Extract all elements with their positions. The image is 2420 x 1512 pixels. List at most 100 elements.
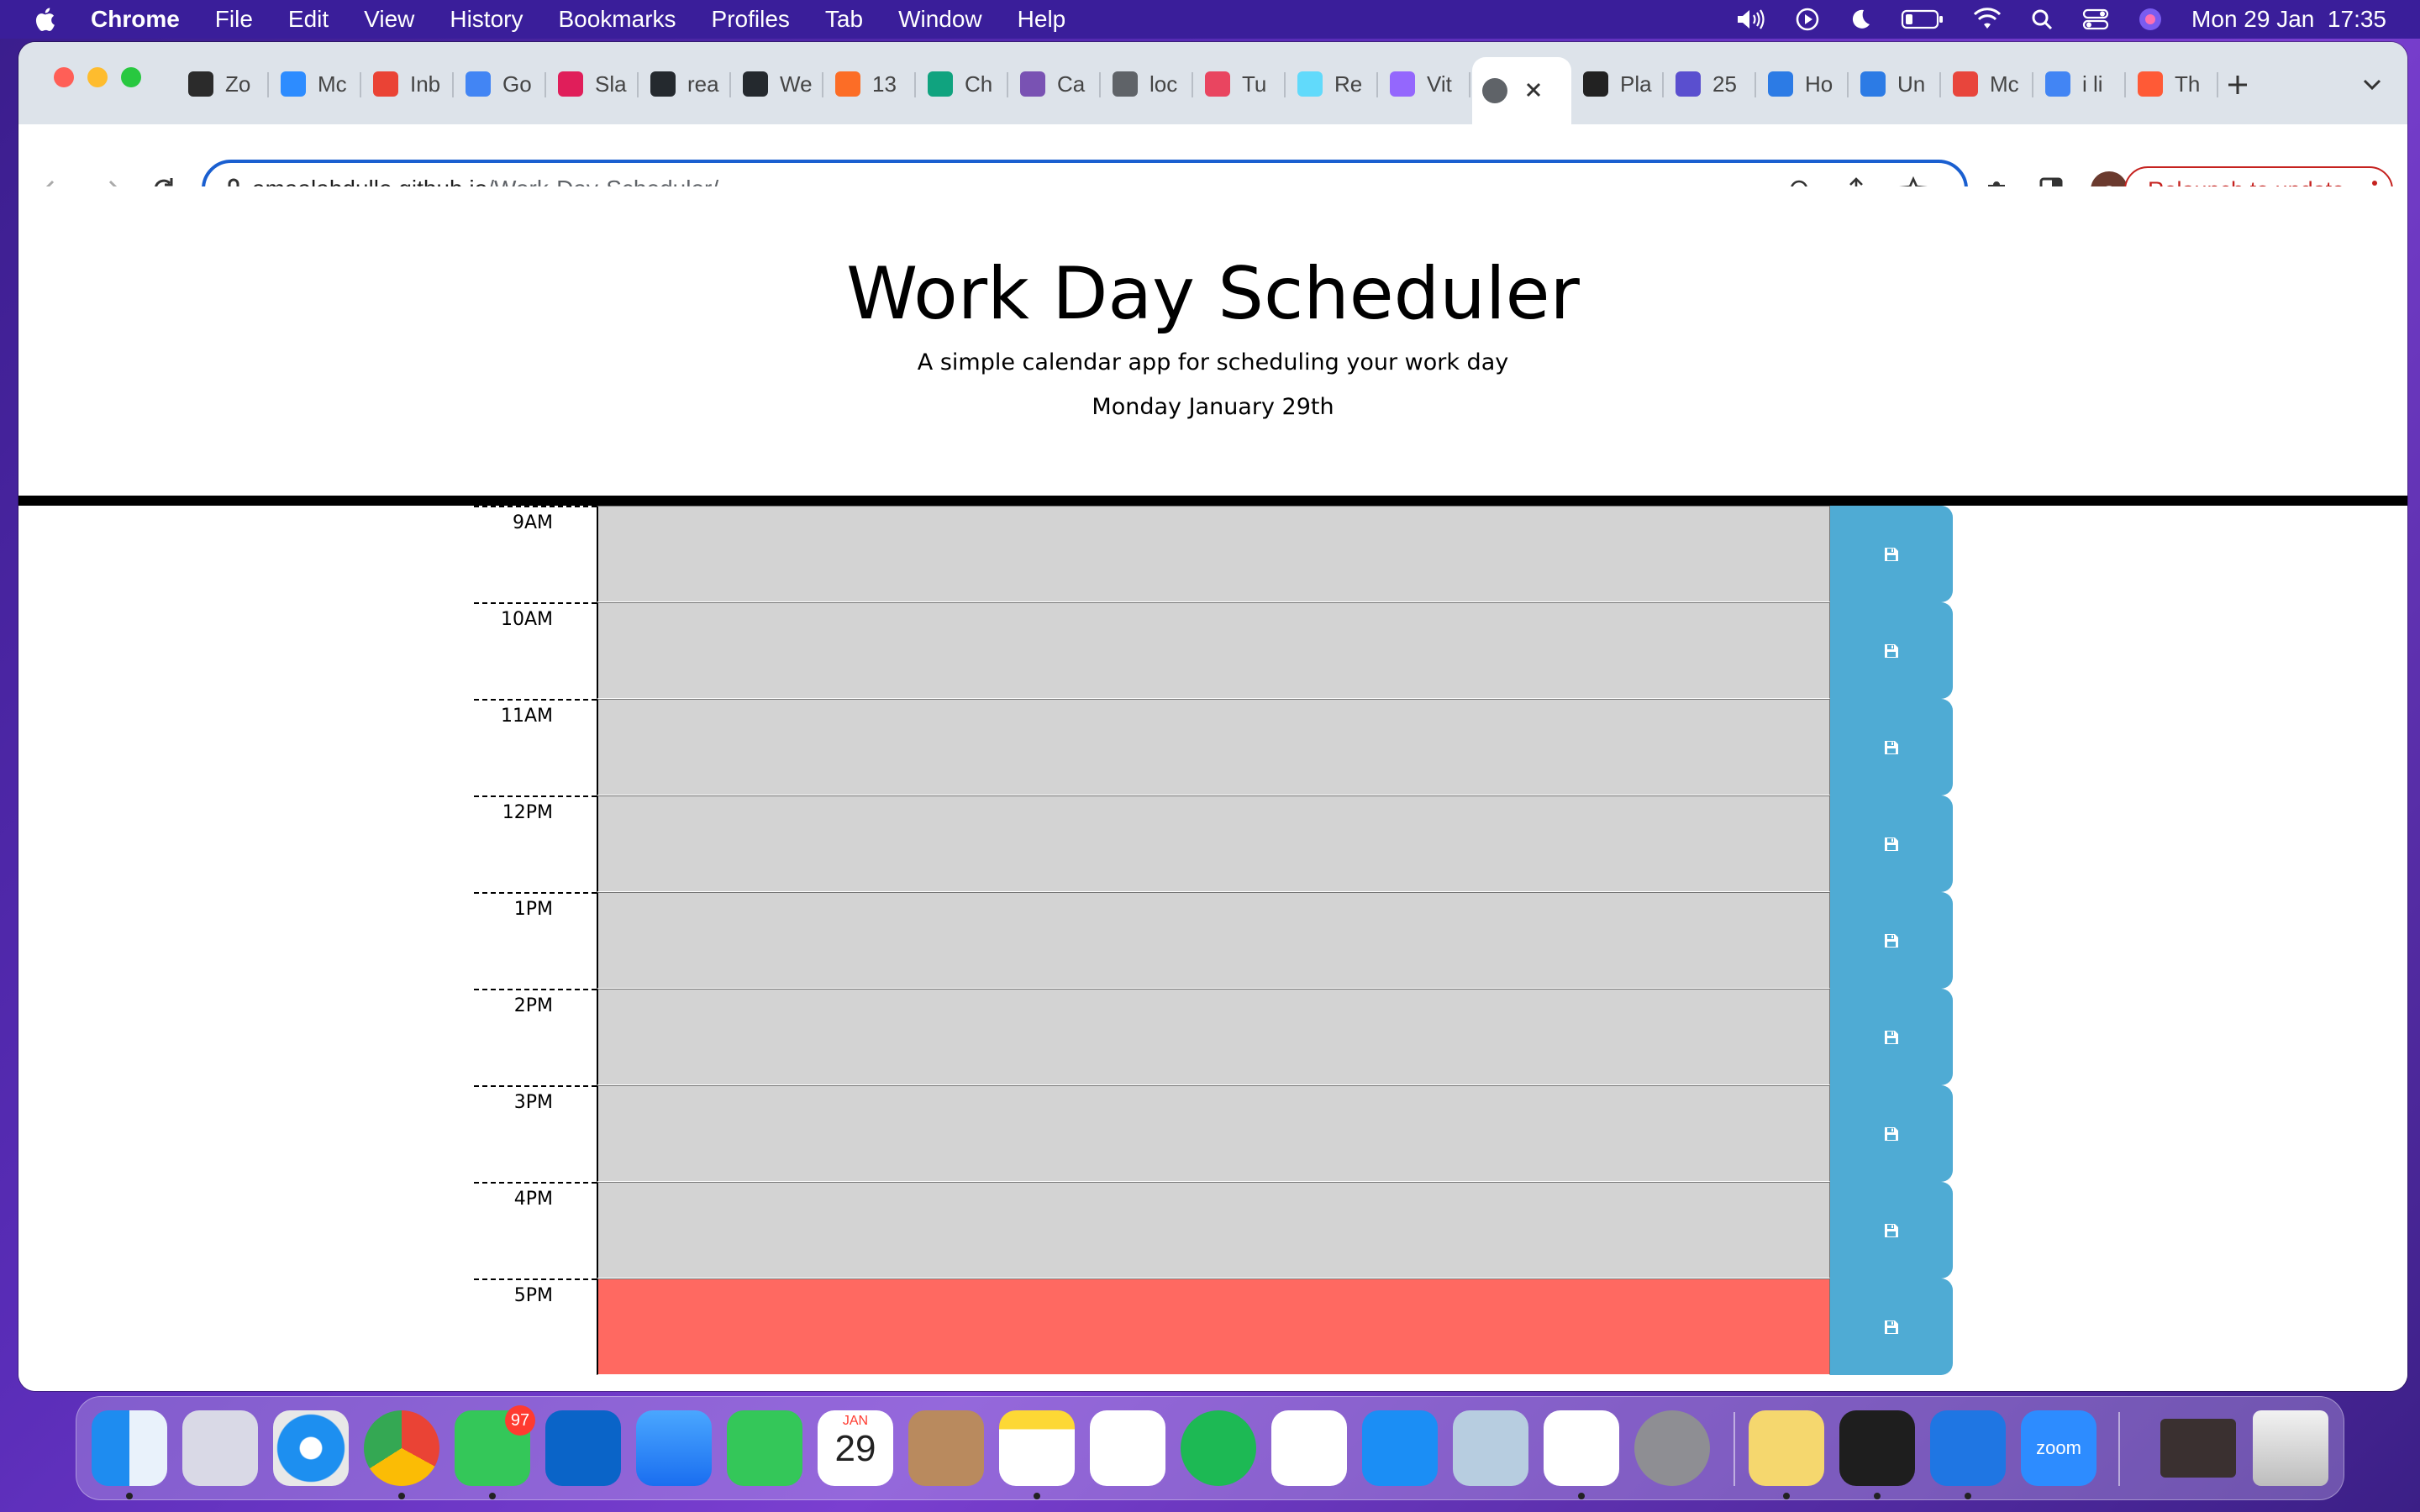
browser-tab[interactable]: rea: [640, 60, 731, 108]
browser-tab[interactable]: Pla: [1573, 60, 1664, 108]
terminal-icon[interactable]: [1839, 1410, 1915, 1486]
browser-tab[interactable]: Vit: [1380, 60, 1470, 108]
save-button[interactable]: [1830, 1182, 1953, 1278]
save-button[interactable]: [1830, 892, 1953, 989]
tab-separator: [1469, 72, 1470, 97]
browser-tab[interactable]: Un: [1850, 60, 1941, 108]
apple-icon[interactable]: [34, 7, 55, 32]
browser-tab[interactable]: Zo: [178, 60, 269, 108]
browser-tab[interactable]: Sla: [548, 60, 639, 108]
event-description-textarea[interactable]: [597, 699, 1830, 795]
event-description-textarea[interactable]: [597, 1182, 1830, 1278]
save-button[interactable]: [1830, 699, 1953, 795]
hour-label: 11AM: [474, 699, 597, 795]
vscode-icon[interactable]: [1544, 1410, 1619, 1486]
hour-label: 2PM: [474, 989, 597, 1085]
menu-file[interactable]: File: [215, 6, 253, 33]
event-description-textarea[interactable]: [597, 1278, 1830, 1375]
trash-icon[interactable]: [2253, 1410, 2328, 1486]
save-button[interactable]: [1830, 1085, 1953, 1182]
outlook-icon[interactable]: [545, 1410, 621, 1486]
tab-search-chevron-down-icon[interactable]: [2361, 76, 2383, 92]
search-icon[interactable]: [2030, 8, 2054, 31]
finder-icon[interactable]: [92, 1410, 167, 1486]
facetime-icon[interactable]: [727, 1410, 802, 1486]
browser-tab[interactable]: Go: [455, 60, 546, 108]
browser-tab[interactable]: 25: [1665, 60, 1756, 108]
menu-edit[interactable]: Edit: [288, 6, 329, 33]
menu-help[interactable]: Help: [1018, 6, 1066, 33]
play-icon[interactable]: [1795, 7, 1820, 32]
calendar-month: JAN: [842, 1414, 869, 1428]
browser-tab[interactable]: Inb: [363, 60, 454, 108]
tab-favicon-icon: [1860, 71, 1886, 97]
save-button[interactable]: [1830, 506, 1953, 602]
calendar-icon[interactable]: JAN 29: [818, 1410, 893, 1486]
notes-icon[interactable]: [999, 1410, 1075, 1486]
safari-icon[interactable]: [273, 1410, 349, 1486]
new-tab-icon[interactable]: [2225, 72, 2250, 97]
contacts-icon[interactable]: [908, 1410, 984, 1486]
browser-tab[interactable]: Th: [2128, 60, 2218, 108]
save-button[interactable]: [1830, 1278, 1953, 1375]
minimized-window-thumbnail[interactable]: [2160, 1419, 2236, 1478]
siri-icon[interactable]: [2138, 7, 2163, 32]
browser-tab[interactable]: Ca: [1010, 60, 1101, 108]
tab-favicon-icon: [650, 71, 676, 97]
event-description-textarea[interactable]: [597, 795, 1830, 892]
stickies-icon[interactable]: [1749, 1410, 1824, 1486]
browser-tab[interactable]: Ch: [918, 60, 1008, 108]
event-description-textarea[interactable]: [597, 506, 1830, 602]
tab-active[interactable]: [1472, 57, 1571, 124]
browser-tab[interactable]: Ho: [1758, 60, 1849, 108]
tab-separator: [544, 72, 546, 97]
volume-icon[interactable]: [1736, 8, 1766, 31]
menu-profiles[interactable]: Profiles: [712, 6, 790, 33]
browser-tab[interactable]: Mc: [271, 60, 361, 108]
save-button[interactable]: [1830, 602, 1953, 699]
menu-app-name[interactable]: Chrome: [91, 6, 180, 33]
preview-icon[interactable]: [1453, 1410, 1528, 1486]
spotify-icon[interactable]: [1181, 1410, 1256, 1486]
event-description-textarea[interactable]: [597, 1085, 1830, 1182]
close-tab-icon[interactable]: [1524, 81, 1543, 99]
control-center-icon[interactable]: [2082, 8, 2109, 31]
tab-separator: [822, 72, 823, 97]
minimize-window-button[interactable]: [87, 67, 108, 87]
browser-tab[interactable]: Mc: [1943, 60, 2033, 108]
browser-tab[interactable]: We: [733, 60, 823, 108]
event-description-textarea[interactable]: [597, 602, 1830, 699]
mail-icon[interactable]: [636, 1410, 712, 1486]
close-window-button[interactable]: [54, 67, 74, 87]
launchpad-icon[interactable]: [182, 1410, 258, 1486]
menu-view[interactable]: View: [364, 6, 414, 33]
menu-tab[interactable]: Tab: [825, 6, 863, 33]
browser-tab[interactable]: Re: [1287, 60, 1378, 108]
moon-icon[interactable]: [1849, 8, 1872, 31]
browser-tab[interactable]: i li: [2035, 60, 2126, 108]
browser-tab[interactable]: 13: [825, 60, 916, 108]
event-description-textarea[interactable]: [597, 892, 1830, 989]
browser-tab[interactable]: loc: [1102, 60, 1193, 108]
menu-bar-clock[interactable]: Mon 29 Jan 17:35: [2191, 6, 2386, 33]
freeform-icon[interactable]: [1090, 1410, 1165, 1486]
tab-title: rea: [687, 71, 719, 97]
chrome-icon[interactable]: [364, 1410, 439, 1486]
event-description-textarea[interactable]: [597, 989, 1830, 1085]
tab-favicon-icon: [1676, 71, 1701, 97]
save-button[interactable]: [1830, 795, 1953, 892]
menu-history[interactable]: History: [450, 6, 523, 33]
app-store-icon[interactable]: [1362, 1410, 1438, 1486]
zoom-window-button[interactable]: [121, 67, 141, 87]
xcode-icon[interactable]: [1930, 1410, 2006, 1486]
system-settings-icon[interactable]: [1634, 1410, 1710, 1486]
battery-icon[interactable]: [1901, 8, 1944, 30]
browser-tab[interactable]: Tu: [1195, 60, 1286, 108]
tab-separator: [914, 72, 916, 97]
zoom-app-icon[interactable]: zoom: [2021, 1410, 2096, 1486]
news-icon[interactable]: [1271, 1410, 1347, 1486]
menu-window[interactable]: Window: [898, 6, 982, 33]
menu-bookmarks[interactable]: Bookmarks: [558, 6, 676, 33]
wifi-icon[interactable]: [1973, 8, 2002, 31]
save-button[interactable]: [1830, 989, 1953, 1085]
